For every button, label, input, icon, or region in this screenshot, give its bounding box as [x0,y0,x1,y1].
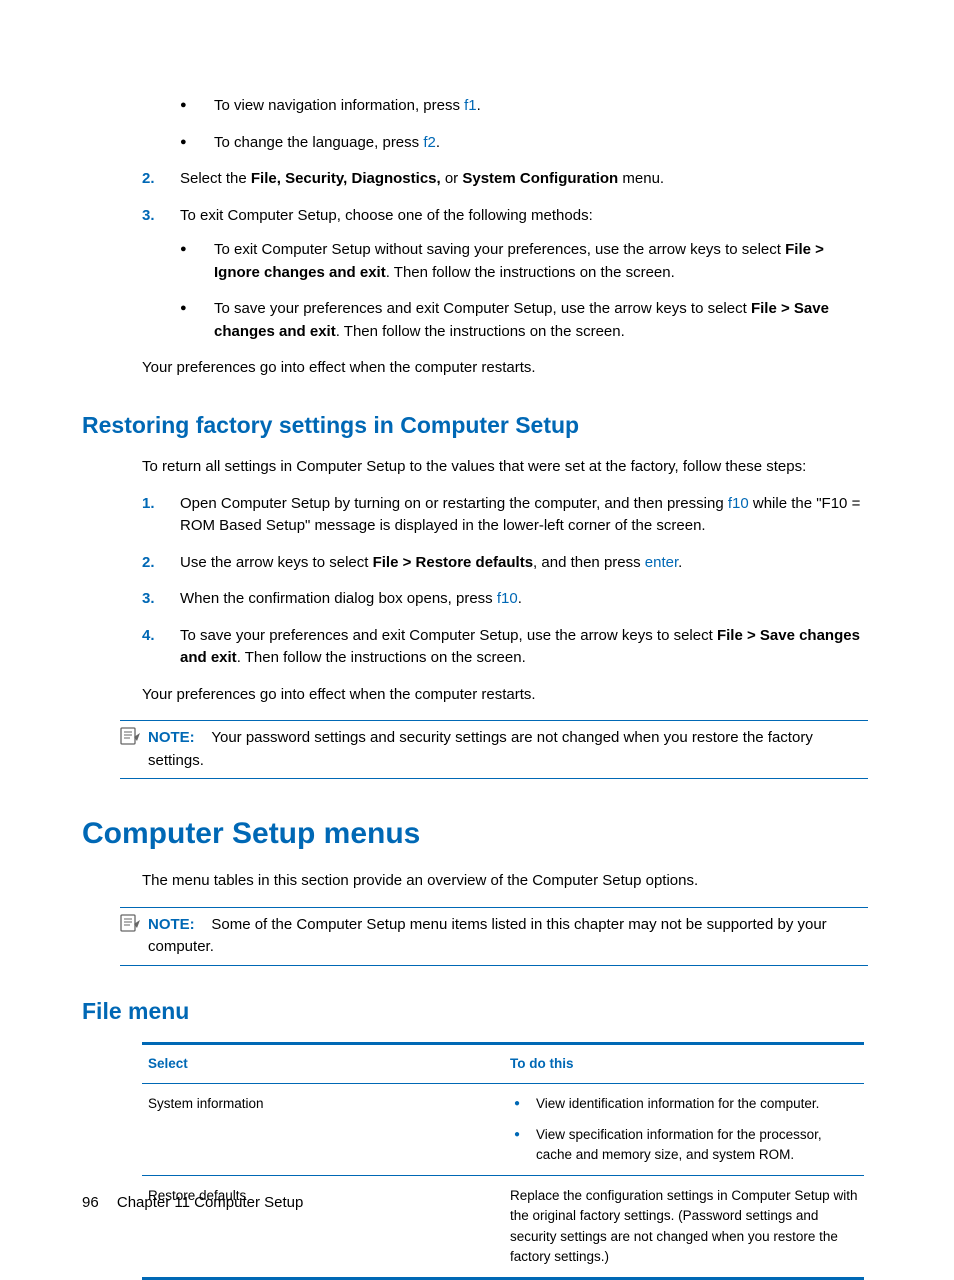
restore-step-3: 3. When the confirmation dialog box open… [142,588,868,611]
list-item: View specification information for the p… [510,1125,858,1166]
note-icon [120,727,140,745]
col-select: Select [142,1044,504,1084]
note-text: Your password settings and security sett… [148,729,813,769]
note-icon [120,914,140,932]
restore-step-2: 2. Use the arrow keys to select File > R… [142,552,868,575]
prefs-effect-text: Your preferences go into effect when the… [142,357,868,380]
cell-todo: View identification information for the … [504,1084,864,1176]
col-todo: To do this [504,1044,864,1084]
prefs-effect-text-2: Your preferences go into effect when the… [142,684,868,707]
restore-step-1: 1. Open Computer Setup by turning on or … [142,493,868,538]
heading-computer-setup-menus: Computer Setup menus [82,811,868,856]
table-row: System information View identification i… [142,1084,864,1176]
key-f1: f1 [464,97,477,114]
note-text: Some of the Computer Setup menu items li… [148,916,827,956]
heading-restore-factory: Restoring factory settings in Computer S… [82,408,868,443]
step-2: 2. Select the File, Security, Diagnostic… [142,168,868,191]
key-f10: f10 [728,495,749,512]
cell-todo: Replace the configuration settings in Co… [504,1176,864,1279]
page-footer: 96 Chapter 11 Computer Setup [82,1192,303,1215]
list-item: To exit Computer Setup without saving yo… [180,239,868,284]
file-menu-table: Select To do this System information Vie… [142,1042,864,1280]
key-f10: f10 [497,590,518,607]
restore-step-4: 4. To save your preferences and exit Com… [142,625,868,670]
menus-intro-text: The menu tables in this section provide … [142,870,868,893]
note-menus: NOTE: Some of the Computer Setup menu it… [120,907,868,966]
list-item: To change the language, press f2. [180,132,868,155]
restore-intro-text: To return all settings in Computer Setup… [142,456,868,479]
key-enter: enter [645,554,678,571]
note-label: NOTE: [148,916,195,933]
page-number: 96 [82,1194,99,1211]
step-3: 3. To exit Computer Setup, choose one of… [142,205,868,344]
note-label: NOTE: [148,729,195,746]
key-f2: f2 [423,134,436,151]
note-restore: NOTE: Your password settings and securit… [120,720,868,779]
cell-select: System information [142,1084,504,1176]
nav-bullets: To view navigation information, press f1… [142,95,868,154]
list-item: View identification information for the … [510,1094,858,1114]
list-item: To view navigation information, press f1… [180,95,868,118]
chapter-label: Chapter 11 Computer Setup [117,1194,304,1211]
list-item: To save your preferences and exit Comput… [180,298,868,343]
heading-file-menu: File menu [82,994,868,1029]
